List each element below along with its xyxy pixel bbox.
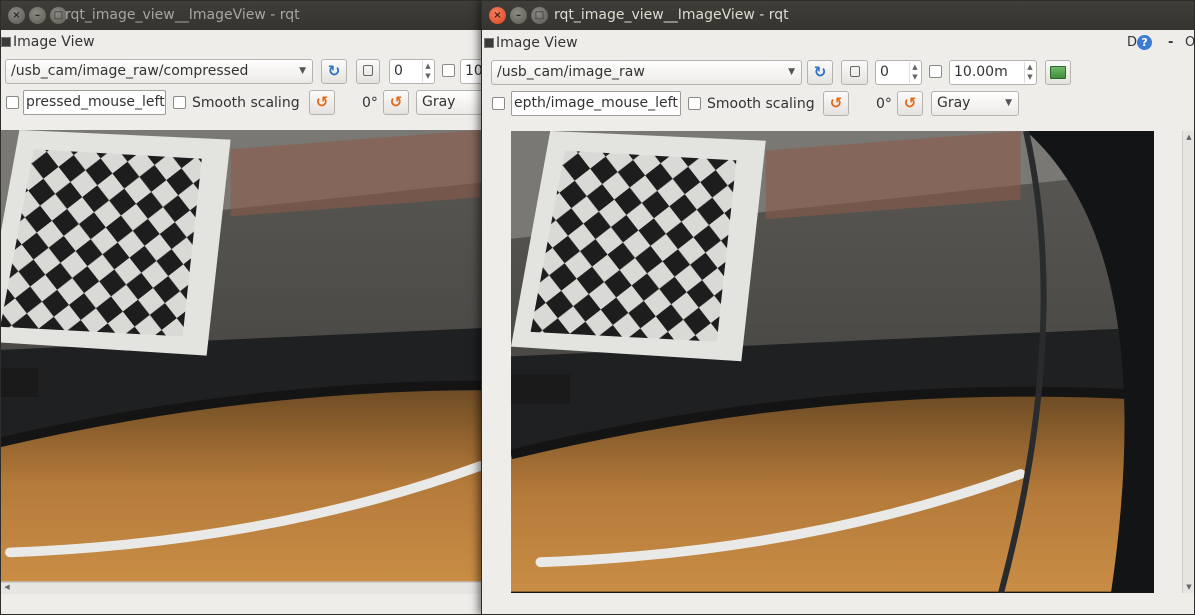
smooth-scaling-checkbox[interactable] xyxy=(688,97,701,110)
spin-arrows-icon[interactable]: ▲ ▼ xyxy=(909,62,920,83)
scroll-up-icon[interactable]: ▲ xyxy=(1183,133,1194,141)
close-plugin-button[interactable]: O xyxy=(1185,34,1194,52)
color-scheme-select[interactable]: Gray ▼ xyxy=(931,91,1019,116)
window-title: rqt_image_view__ImageView - rqt xyxy=(554,7,789,23)
right-image-view-window: × – □ rqt_image_view__ImageView - rqt Im… xyxy=(481,0,1195,615)
camera-image[interactable] xyxy=(1,130,484,582)
mouse-topic-input[interactable]: epth/image_mouse_left xyxy=(511,91,681,116)
camera-image[interactable] xyxy=(511,131,1154,593)
close-icon[interactable]: × xyxy=(8,7,25,24)
save-image-button[interactable] xyxy=(1045,60,1071,85)
refresh-icon: ↻ xyxy=(813,63,827,81)
scroll-left-icon[interactable]: ◀ xyxy=(1,583,13,591)
spin-arrows-icon[interactable]: ▲ ▼ xyxy=(422,61,433,82)
rotate-left-icon: ↺ xyxy=(315,93,329,111)
chevron-down-icon: ▼ xyxy=(1005,98,1012,108)
refresh-topics-button[interactable]: ↻ xyxy=(807,60,833,85)
horizontal-scrollbar[interactable]: ◀ xyxy=(1,582,483,594)
refresh-topics-button[interactable]: ↻ xyxy=(321,59,347,84)
smooth-scaling-checkbox[interactable] xyxy=(173,96,186,109)
scroll-down-icon[interactable]: ▼ xyxy=(1183,583,1194,591)
panel-handle-icon[interactable] xyxy=(484,38,494,48)
window-title: rqt_image_view__ImageView - rqt xyxy=(65,7,300,23)
frame-spinbox[interactable]: 0 ▲ ▼ xyxy=(875,60,922,85)
topic-select[interactable]: /usb_cam/image_raw ▼ xyxy=(491,60,802,85)
mouse-publish-checkbox[interactable] xyxy=(6,96,19,109)
chevron-down-icon: ▼ xyxy=(299,66,306,76)
spin-arrows-icon[interactable]: ▲ ▼ xyxy=(1024,62,1035,83)
left-image-view-window: × – □ rqt_image_view__ImageView - rqt Im… xyxy=(0,0,484,615)
vertical-scrollbar[interactable]: ▲ ▼ xyxy=(1182,131,1194,593)
color-scheme-select[interactable]: Gray xyxy=(416,90,483,115)
topic-select[interactable]: /usb_cam/image_raw/compressed ▼ xyxy=(5,59,313,84)
dynamic-range-checkbox[interactable] xyxy=(929,65,942,78)
rotate-left-button[interactable]: ↺ xyxy=(309,90,335,115)
chevron-down-icon: ▼ xyxy=(788,67,795,77)
panel-handle-icon[interactable] xyxy=(1,37,11,47)
smooth-scaling-label: Smooth scaling xyxy=(192,95,300,111)
zoom-icon xyxy=(363,65,373,76)
rotate-left-button[interactable]: ↺ xyxy=(823,91,849,116)
max-range-spinbox[interactable]: 10.00m ▲ ▼ xyxy=(949,60,1037,85)
minimize-plugin-button[interactable]: - xyxy=(1168,34,1173,52)
refresh-icon: ↻ xyxy=(327,62,341,80)
panel-label: Image View xyxy=(1,32,95,52)
rotate-left-icon: ↺ xyxy=(829,94,843,112)
rotate-right-button[interactable]: ↺ xyxy=(897,91,923,116)
zoom-button[interactable] xyxy=(841,60,868,85)
maximize-icon[interactable]: □ xyxy=(531,7,548,24)
save-image-icon xyxy=(1050,66,1066,79)
camera-frame xyxy=(511,131,1154,593)
frame-spinbox[interactable]: 0 ▲ ▼ xyxy=(389,59,435,84)
left-titlebar[interactable]: × – □ rqt_image_view__ImageView - rqt xyxy=(1,1,483,30)
rotate-right-icon: ↺ xyxy=(903,94,917,112)
camera-frame xyxy=(1,130,484,582)
right-titlebar[interactable]: × – □ rqt_image_view__ImageView - rqt xyxy=(482,1,1194,30)
help-button[interactable]: D? xyxy=(1127,34,1153,52)
rotation-label: 0° xyxy=(876,96,892,112)
mouse-publish-checkbox[interactable] xyxy=(492,97,505,110)
rotate-right-icon: ↺ xyxy=(389,93,403,111)
help-icon: ? xyxy=(1137,35,1153,50)
zoom-icon xyxy=(849,66,860,77)
panel-label: Image View xyxy=(484,33,578,53)
rotate-right-button[interactable]: ↺ xyxy=(383,90,409,115)
minimize-icon[interactable]: – xyxy=(510,7,527,24)
close-icon[interactable]: × xyxy=(489,7,506,24)
zoom-button[interactable] xyxy=(356,59,380,84)
mouse-topic-input[interactable]: pressed_mouse_left xyxy=(23,90,166,115)
smooth-scaling-label: Smooth scaling xyxy=(707,96,815,112)
minimize-icon[interactable]: – xyxy=(29,7,46,24)
dynamic-range-checkbox[interactable] xyxy=(442,64,455,77)
rotation-label: 0° xyxy=(362,95,378,111)
